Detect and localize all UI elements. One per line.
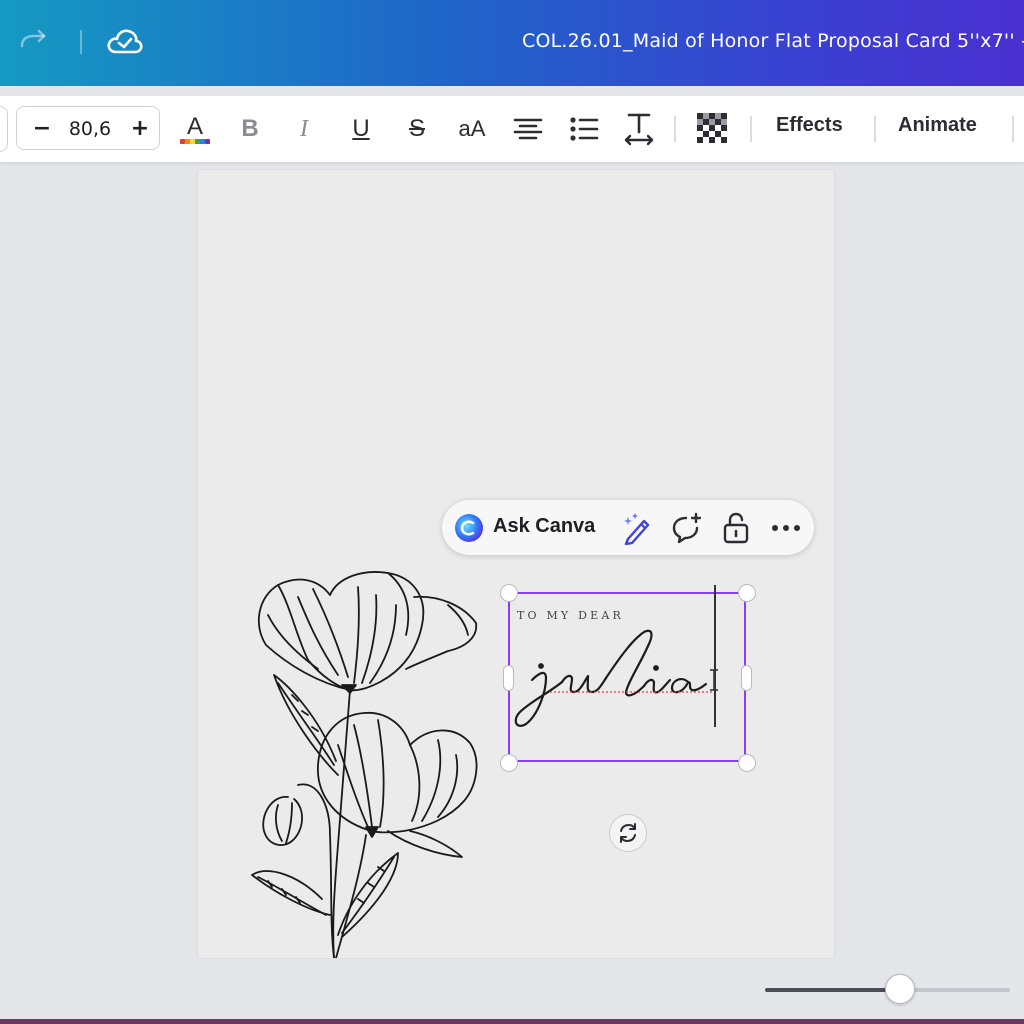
- text-spacing-icon[interactable]: [622, 112, 656, 146]
- svg-text:A: A: [187, 113, 203, 140]
- canva-ai-icon[interactable]: [454, 513, 484, 543]
- editor-header: COL.26.01_Maid of Honor Flat Proposal Ca…: [0, 0, 1024, 86]
- header-divider: [80, 30, 82, 54]
- zoom-slider-fill: [765, 988, 900, 992]
- design-page[interactable]: [198, 170, 834, 958]
- resize-handle-left[interactable]: [503, 665, 514, 691]
- toolbar-divider: [874, 116, 876, 142]
- redo-icon[interactable]: [18, 29, 48, 54]
- lock-icon[interactable]: [718, 510, 754, 546]
- letter-case-button[interactable]: aA: [452, 112, 492, 146]
- toolbar-divider: [750, 116, 752, 142]
- font-size-input[interactable]: 80,6: [61, 118, 119, 140]
- font-size-control: − 80,6 +: [16, 106, 160, 150]
- bullet-list-icon[interactable]: [568, 112, 600, 146]
- font-family-dropdown-edge[interactable]: [0, 106, 8, 152]
- animate-button[interactable]: Animate: [898, 114, 977, 137]
- strikethrough-button[interactable]: S: [402, 112, 432, 146]
- ask-canva-button[interactable]: Ask Canva: [493, 515, 595, 538]
- name-script-text[interactable]: [510, 620, 740, 740]
- resize-handle-right[interactable]: [741, 665, 752, 691]
- poppy-illustration[interactable]: [238, 565, 483, 958]
- increase-font-size-button[interactable]: +: [127, 116, 153, 142]
- align-center-icon[interactable]: [512, 112, 544, 146]
- bottom-edge: [0, 1019, 1024, 1024]
- resize-handle-bottom-right[interactable]: [738, 754, 756, 772]
- italic-button[interactable]: I: [290, 112, 318, 146]
- underline-button[interactable]: U: [346, 112, 376, 146]
- zoom-slider-thumb[interactable]: [884, 974, 915, 1004]
- text-toolbar: − 80,6 + A B I U S aA Effects Animate: [0, 96, 1024, 163]
- document-title[interactable]: COL.26.01_Maid of Honor Flat Proposal Ca…: [522, 30, 1024, 52]
- transparency-icon[interactable]: [696, 112, 730, 146]
- toolbar-divider: [674, 116, 676, 142]
- resize-handle-top-left[interactable]: [500, 584, 518, 602]
- resize-handle-bottom-left[interactable]: [500, 754, 518, 772]
- decrease-font-size-button[interactable]: −: [29, 116, 55, 142]
- text-caret: [714, 585, 716, 727]
- bold-button[interactable]: B: [234, 112, 266, 146]
- text-color-icon[interactable]: A: [176, 112, 214, 146]
- resize-handle-top-right[interactable]: [738, 584, 756, 602]
- more-icon[interactable]: [768, 510, 804, 546]
- add-comment-icon[interactable]: [668, 510, 704, 546]
- element-context-bar: Ask Canva: [442, 500, 814, 555]
- toolbar-divider: [1012, 116, 1014, 142]
- rotate-icon[interactable]: [609, 814, 647, 852]
- effects-button[interactable]: Effects: [776, 114, 843, 137]
- magic-edit-icon[interactable]: [619, 510, 655, 546]
- cloud-saved-icon[interactable]: [106, 26, 144, 58]
